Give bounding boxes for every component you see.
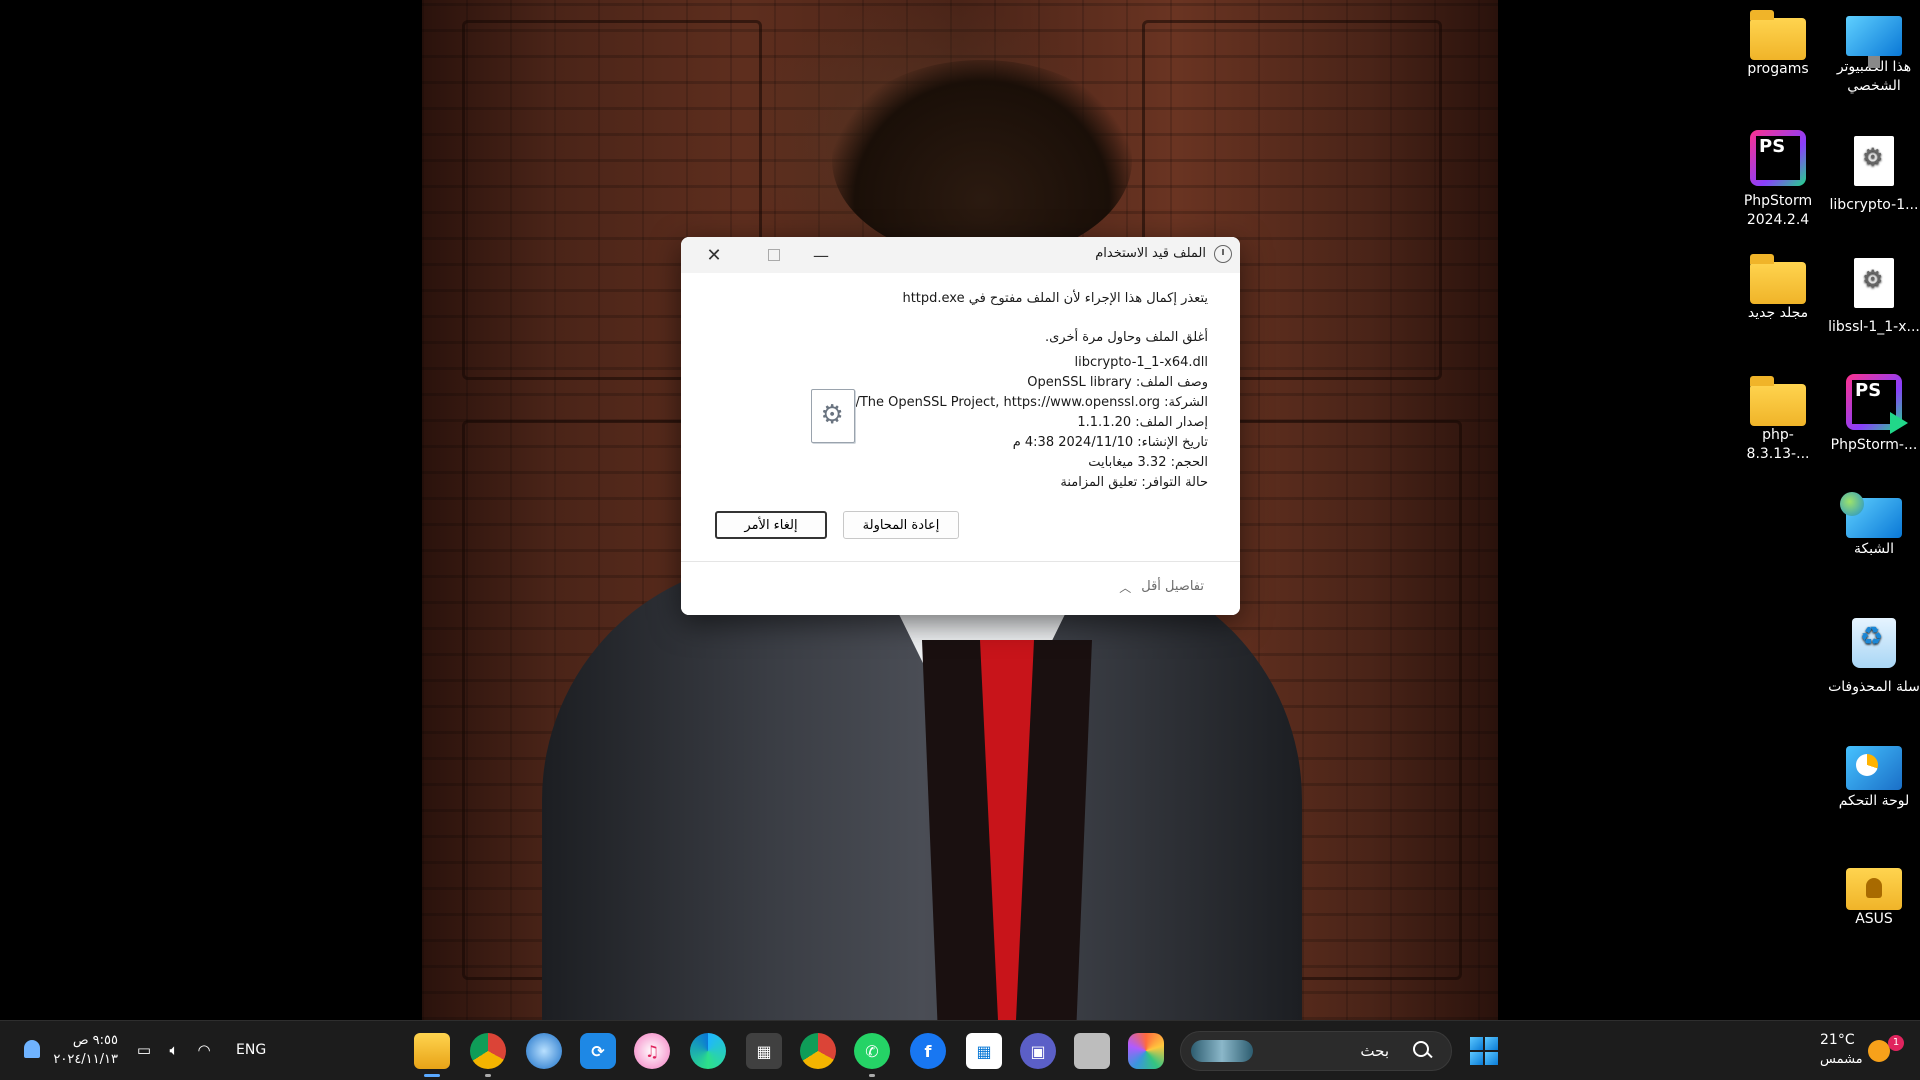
task-view-icon[interactable] [1074, 1033, 1110, 1069]
computer-icon [1846, 16, 1902, 68]
recycle-bin-icon [1846, 616, 1902, 672]
weather-badge: 1 [1888, 1035, 1904, 1051]
desktop-icon-label: مجلد جديد [1747, 305, 1809, 321]
maximize-button [751, 237, 797, 273]
battery-icon[interactable]: ▭ [134, 1041, 154, 1059]
close-icon: ✕ [706, 244, 722, 266]
desktop-icon-this-pc[interactable]: هذا الكمبيوتر الشخصي [1828, 12, 1920, 96]
calculator-icon[interactable]: ▦ [746, 1033, 782, 1069]
desktop-icon-php[interactable]: php-8.3.13-... [1732, 376, 1824, 464]
dialog-instruction: أغلق الملف وحاول مرة أخرى. [1044, 330, 1208, 345]
dialog-footer: تفاصيل أقل ︿ [681, 561, 1240, 615]
desktop-icon-label: progams [1747, 61, 1809, 77]
file-in-use-dialog: الملف قيد الاستخدام — ✕ يتعذر إكمال هذا … [681, 237, 1240, 615]
folder-icon [1750, 376, 1806, 426]
desktop-icon-asus[interactable]: ASUS [1828, 862, 1920, 929]
desktop-icon-libcrypto[interactable]: libcrypto-1... [1828, 134, 1920, 215]
fewer-details-label: تفاصيل أقل [1141, 579, 1204, 594]
file-version: إصدار الملف: 1.1.1.20 [1077, 415, 1208, 430]
desktop-icon-label: libcrypto-1... [1829, 197, 1919, 213]
desktop-icon-label: PhpStorm 2024.2.4 [1743, 193, 1813, 228]
start-button[interactable] [1470, 1037, 1498, 1065]
dialog-buttons: إلغاء الأمر إعادة المحاولة [715, 511, 959, 539]
dll-file-icon [1846, 134, 1902, 190]
desktop-icon-label: لوحة التحكم [1838, 793, 1910, 809]
minimize-button[interactable]: — [798, 237, 844, 273]
wifi-icon[interactable]: ◠ [194, 1041, 214, 1059]
file-availability: حالة التوافر: تعليق المزامنة [1060, 475, 1208, 490]
retry-button[interactable]: إعادة المحاولة [843, 511, 959, 539]
network-icon [1840, 492, 1902, 538]
desktop-icon-recycle-bin[interactable]: سلة المحذوفات [1828, 616, 1920, 697]
search-highlight-image [1191, 1040, 1253, 1062]
taskbar-clock[interactable]: ٩:٥٥ ص ٢٠٢٤/١١/١٣ [52, 1031, 118, 1069]
file-details: libcrypto-1_1-x64.dll وصف الملف: OpenSSL… [855, 353, 1208, 493]
desktop-icon-label: libssl-1_1-x... [1828, 319, 1920, 335]
file-info: libcrypto-1_1-x64.dll وصف الملف: OpenSSL… [713, 353, 1208, 493]
dialog-body: يتعذر إكمال هذا الإجراء لأن الملف مفتوح … [681, 273, 1240, 493]
file-created: تاريخ الإنشاء: 2024/11/10 4:38 م [1012, 435, 1208, 450]
clock-time: ٩:٥٥ ص [72, 1033, 118, 1048]
file-explorer-icon[interactable] [414, 1033, 450, 1077]
cancel-button[interactable]: إلغاء الأمر [715, 511, 827, 539]
facebook-icon[interactable]: f [910, 1033, 946, 1069]
teams-icon[interactable]: ▣ [1020, 1033, 1056, 1069]
weather-condition: مشمس [1820, 1052, 1863, 1067]
desktop-icon-phpstorm-installer[interactable]: PS PhpStorm-... [1828, 374, 1920, 455]
desktop-icon-label: الشبكة [1853, 541, 1895, 557]
file-description: وصف الملف: OpenSSL library [1027, 375, 1208, 390]
desktop-icon-libssl[interactable]: libssl-1_1-x... [1828, 256, 1920, 337]
file-company: الشركة: The OpenSSL Project, https://www… [855, 395, 1208, 410]
folder-icon [1750, 10, 1806, 60]
search-label: بحث [1360, 1042, 1389, 1060]
desktop-icon-label: php-8.3.13-... [1746, 427, 1810, 462]
weather-temp: 21°C [1820, 1032, 1855, 1048]
user-folder-icon [1846, 868, 1902, 910]
desktop-icon-phpstorm[interactable]: PS PhpStorm 2024.2.4 [1732, 130, 1824, 230]
desktop-icon-new-folder[interactable]: مجلد جديد [1732, 254, 1824, 323]
desktop-icon-network[interactable]: الشبكة [1828, 492, 1920, 559]
fewer-details-toggle[interactable]: تفاصيل أقل ︿ [1119, 579, 1204, 596]
file-name: libcrypto-1_1-x64.dll [1074, 355, 1208, 370]
desktop-icon-label: ASUS [1855, 911, 1893, 927]
dll-file-icon [1846, 256, 1902, 312]
edge-icon[interactable] [690, 1033, 726, 1069]
control-panel-icon [1846, 746, 1902, 790]
whatsapp-icon[interactable]: ✆ [854, 1033, 890, 1077]
folder-icon [1750, 254, 1806, 304]
chrome-canary-icon[interactable] [470, 1033, 506, 1077]
desktop-icon-label: سلة المحذوفات [1828, 679, 1920, 695]
itunes-icon[interactable]: ♫ [634, 1033, 670, 1069]
clock-icon [1214, 245, 1232, 263]
chevron-up-icon: ︿ [1119, 581, 1132, 595]
close-button[interactable]: ✕ [691, 237, 737, 273]
dll-file-icon [811, 389, 856, 443]
search-icon [1413, 1041, 1433, 1061]
app-icon[interactable] [526, 1033, 562, 1069]
desktop-icon-control-panel[interactable]: لوحة التحكم [1828, 742, 1920, 811]
sun-icon [1868, 1040, 1890, 1062]
desktop-icon-progams[interactable]: progams [1732, 10, 1824, 79]
language-indicator[interactable]: ENG [236, 1042, 266, 1058]
notification-bell-icon[interactable] [24, 1040, 40, 1058]
volume-icon[interactable]: 🔈︎ [164, 1041, 184, 1059]
phpstorm-installer-icon: PS [1846, 374, 1908, 434]
taskbar-search[interactable]: بحث [1180, 1031, 1452, 1071]
clock-date: ٢٠٢٤/١١/١٣ [53, 1052, 118, 1067]
copilot-icon[interactable] [1128, 1033, 1164, 1069]
microsoft-store-icon[interactable]: ▦ [966, 1033, 1002, 1069]
dialog-title: الملف قيد الاستخدام [1095, 246, 1206, 261]
dialog-message: يتعذر إكمال هذا الإجراء لأن الملف مفتوح … [902, 291, 1208, 306]
taskbar: ٩:٥٥ ص ٢٠٢٤/١١/١٣ ▭ 🔈︎ ◠ ENG ⟳ ♫ ▦ ✆ f ▦… [0, 1020, 1920, 1080]
phpstorm-icon: PS [1750, 130, 1806, 186]
chrome-icon[interactable] [800, 1033, 836, 1069]
file-size: الحجم: 3.32 ميغابايت [1088, 455, 1208, 470]
desktop-icon-label: PhpStorm-... [1830, 437, 1918, 453]
person-hair [832, 60, 1132, 260]
sync-icon[interactable]: ⟳ [580, 1033, 616, 1069]
weather-widget[interactable]: 21°C مشمس [1820, 1031, 1863, 1069]
dialog-titlebar[interactable]: الملف قيد الاستخدام — ✕ [681, 237, 1240, 273]
